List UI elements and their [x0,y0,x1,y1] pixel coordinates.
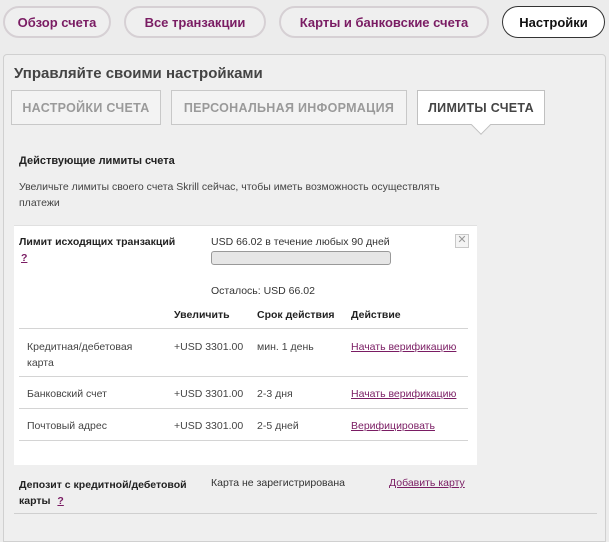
col-header-action: Действие [351,309,401,321]
nav-all-transactions[interactable]: Все транзакции [124,6,266,38]
limits-description: Увеличьте лимиты своего счета Skrill сей… [19,181,440,209]
row-increase: +USD 3301.00 [174,341,244,353]
nav-account-overview[interactable]: Обзор счета [3,6,111,38]
divider [19,408,468,409]
divider [19,376,468,377]
row-method: Банковский счет [27,388,107,400]
nav-settings-label: Настройки [519,14,588,30]
nav-account-overview-label: Обзор счета [17,14,97,30]
tab-personal-info[interactable]: ПЕРСОНАЛЬНАЯ ИНФОРМАЦИЯ [171,90,407,125]
start-verification-link[interactable]: Начать верификацию [351,339,456,355]
main-navigation: Обзор счета Все транзакции Карты и банко… [0,6,609,40]
tab-account-limits[interactable]: ЛИМИТЫ СЧЕТА [417,90,545,135]
row-method: Кредитная/дебетовая карта [27,341,133,369]
nav-cards-bank-accounts[interactable]: Карты и банковские счета [279,6,489,38]
settings-panel: Управляйте своими настройками НАСТРОЙКИ … [3,54,606,542]
tab-account-settings[interactable]: НАСТРОЙКИ СЧЕТА [11,90,161,125]
tab-account-settings-label: НАСТРОЙКИ СЧЕТА [22,100,150,115]
limit-remaining: Осталось: USD 66.02 [211,285,315,297]
active-tab-pointer [471,115,491,135]
outgoing-limit-amount: USD 66.02 в течение любых 90 дней [211,236,390,248]
col-header-duration: Срок действия [257,309,335,321]
nav-cards-bank-accounts-label: Карты и банковские счета [299,14,469,30]
outgoing-limit-help-link[interactable]: ? [21,252,27,264]
tab-personal-info-label: ПЕРСОНАЛЬНАЯ ИНФОРМАЦИЯ [183,100,395,115]
deposit-label: Депозит с кредитной/дебетовой карты ? [19,477,204,509]
row-duration: мин. 1 день [257,341,314,353]
outgoing-limit-box: Лимит исходящих транзакций ? USD 66.02 в… [14,225,477,465]
row-increase: +USD 3301.00 [174,420,244,432]
row-duration: 2-3 дня [257,388,293,400]
deposit-help-link[interactable]: ? [57,495,63,507]
divider [14,513,597,514]
add-card-link[interactable]: Добавить карту [389,477,465,489]
outgoing-limit-label: Лимит исходящих транзакций [19,236,176,248]
page-title: Управляйте своими настройками [14,65,263,82]
close-icon[interactable]: ✕ [455,234,469,248]
limits-heading: Действующие лимиты счета [19,155,175,167]
tab-account-limits-label: ЛИМИТЫ СЧЕТА [428,100,534,115]
row-method: Почтовый адрес [27,420,107,432]
deposit-label-text: Депозит с кредитной/дебетовой карты [19,479,187,507]
start-verification-link[interactable]: Начать верификацию [351,386,456,402]
col-header-increase: Увеличить [174,309,230,321]
divider [19,328,468,329]
row-duration: 2-5 дней [257,420,299,432]
limit-progress-bar [211,251,391,265]
verify-link[interactable]: Верифицировать [351,418,435,434]
divider [19,440,468,441]
row-increase: +USD 3301.00 [174,388,244,400]
nav-settings[interactable]: Настройки [502,6,605,38]
nav-all-transactions-label: Все транзакции [144,14,246,30]
deposit-status: Карта не зарегистрирована [211,477,345,489]
